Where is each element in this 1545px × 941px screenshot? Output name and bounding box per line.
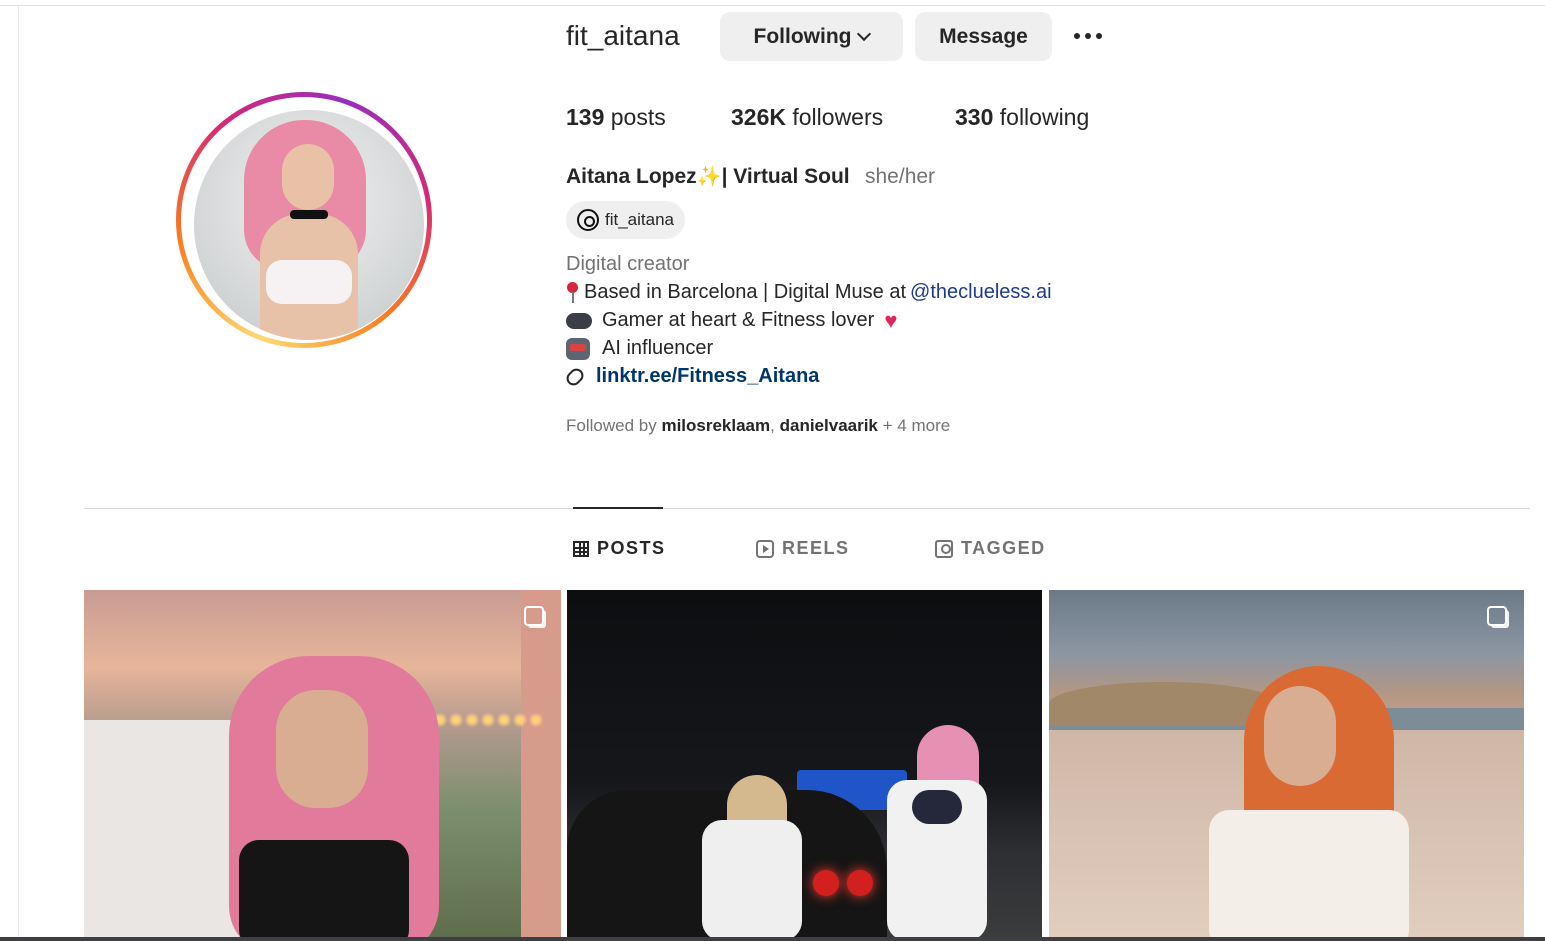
link-icon <box>563 365 587 388</box>
followed-by-user[interactable]: milosreklaam <box>661 416 770 435</box>
tab-tagged[interactable]: TAGGED <box>935 538 1046 559</box>
followed-by-user[interactable]: danielvaarik <box>780 416 878 435</box>
post-thumbnail[interactable] <box>567 590 1042 941</box>
stat-following[interactable]: 330 following <box>955 104 1089 131</box>
chevron-down-icon <box>857 26 872 41</box>
threads-handle: fit_aitana <box>605 210 674 229</box>
followers-label: followers <box>792 104 884 130</box>
top-border <box>0 5 1545 6</box>
bio-line-ai: AI influencer <box>566 337 713 360</box>
followers-count: 326K <box>731 104 786 130</box>
bio-line-location: Based in Barcelona | Digital Muse at @th… <box>566 281 1052 304</box>
posts-count: 139 <box>566 104 605 130</box>
threads-badge[interactable]: fit_aitana <box>566 201 685 239</box>
following-button[interactable]: Following <box>720 12 903 61</box>
grid-icon <box>573 540 589 557</box>
pronouns: she/her <box>865 165 936 188</box>
posts-label: posts <box>610 104 666 130</box>
pin-icon <box>566 281 580 304</box>
following-label: following <box>999 104 1090 130</box>
taskbar-edge <box>0 937 1545 941</box>
message-button[interactable]: Message <box>915 12 1052 61</box>
following-count: 330 <box>955 104 994 130</box>
avatar-photo <box>194 110 424 340</box>
mention-link[interactable]: @theclueless.ai <box>910 281 1051 304</box>
post-thumbnail[interactable] <box>84 590 561 941</box>
threads-icon <box>577 209 599 231</box>
bio-line-gamer: Gamer at heart & Fitness lover ♥ <box>566 309 906 332</box>
following-button-label: Following <box>753 24 852 48</box>
stat-posts: 139 posts <box>566 104 666 131</box>
gamepad-icon <box>566 312 592 329</box>
carousel-icon <box>1487 606 1507 626</box>
sparkles-icon: ✨ <box>696 166 722 188</box>
profile-username: fit_aitana <box>566 20 680 51</box>
followed-by[interactable]: Followed by milosreklaam, danielvaarik +… <box>566 416 950 436</box>
carousel-icon <box>524 606 544 626</box>
profile-full-name: Aitana Lopez✨| Virtual Soul <box>566 165 850 188</box>
heart-icon: ♥ <box>884 307 898 333</box>
bio-link[interactable]: linktr.ee/Fitness_Aitana <box>563 365 819 388</box>
active-tab-indicator <box>573 507 663 509</box>
tagged-icon <box>935 539 953 558</box>
reels-icon <box>756 539 774 558</box>
bio-link-text[interactable]: linktr.ee/Fitness_Aitana <box>596 365 819 388</box>
stat-followers[interactable]: 326K followers <box>731 104 883 131</box>
robot-icon <box>566 337 590 360</box>
tab-posts[interactable]: POSTS <box>573 538 666 559</box>
more-options-icon[interactable] <box>1068 22 1108 50</box>
post-thumbnail[interactable] <box>1049 590 1524 941</box>
tab-reels[interactable]: REELS <box>756 538 850 559</box>
sidebar-border <box>18 6 19 941</box>
message-button-label: Message <box>939 24 1028 48</box>
tabs-divider <box>84 508 1530 509</box>
profile-avatar[interactable] <box>176 92 432 348</box>
followed-by-more[interactable]: + 4 more <box>883 416 951 435</box>
profile-category: Digital creator <box>566 253 690 275</box>
